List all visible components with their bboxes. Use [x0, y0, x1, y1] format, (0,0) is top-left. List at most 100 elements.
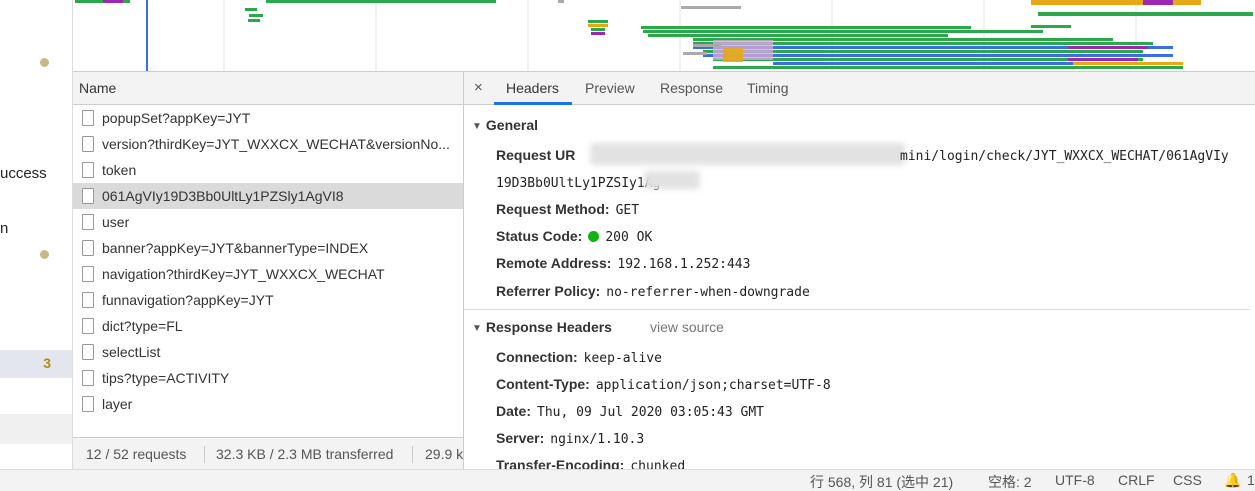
request-method-row: Request Method: GET — [496, 201, 640, 218]
left-pane-footer — [0, 414, 72, 444]
line-ending[interactable]: CRLF — [1118, 472, 1155, 488]
network-summary-bar: 12 / 52 requests 32.3 KB / 2.3 MB transf… — [73, 437, 464, 469]
request-row[interactable]: dict?type=FL — [73, 313, 463, 339]
response-headers-toggle[interactable]: ▼ Response Headers — [472, 319, 612, 335]
headers-panel: ▼ General Request UR mini/login/check/JYT… — [464, 105, 1255, 469]
response-header-row: Server: nginx/1.10.3 — [496, 430, 644, 447]
request-name: token — [102, 162, 137, 178]
detail-tab-bar: × Headers Preview Response Timing — [464, 72, 1255, 105]
header-key: Connection: — [496, 349, 578, 365]
request-row[interactable]: popupSet?appKey=JYT — [73, 105, 463, 131]
header-value: keep-alive — [583, 351, 662, 366]
notification-count: 1 — [1247, 472, 1255, 488]
redacted-region — [644, 171, 700, 189]
count-badge: 3 — [43, 355, 51, 371]
encoding[interactable]: UTF-8 — [1055, 472, 1095, 488]
request-name: version?thirdKey=JYT_WXXCX_WECHAT&versio… — [102, 136, 450, 152]
request-row[interactable]: tips?type=ACTIVITY — [73, 365, 463, 391]
request-url-label: Request UR — [496, 147, 576, 163]
request-name: selectList — [102, 344, 161, 360]
request-name: dict?type=FL — [102, 318, 183, 334]
status-code-row: Status Code: 200 OK — [496, 228, 653, 245]
header-key: Server: — [496, 430, 545, 446]
response-header-row: Transfer-Encoding: chunked — [496, 457, 685, 469]
request-url-row: Request UR — [496, 147, 575, 163]
request-row[interactable]: navigation?thirdKey=JYT_WXXCX_WECHAT — [73, 261, 463, 287]
editor-left-pane: uccess n 3 — [0, 0, 73, 469]
file-icon — [82, 240, 94, 256]
close-icon[interactable]: × — [474, 79, 483, 96]
breakpoint-dot[interactable] — [40, 58, 49, 67]
general-title: General — [485, 117, 539, 133]
header-value: chunked — [630, 459, 686, 469]
file-icon — [82, 188, 94, 204]
request-row[interactable]: layer — [73, 391, 463, 417]
request-row[interactable]: version?thirdKey=JYT_WXXCX_WECHAT&versio… — [73, 131, 463, 157]
language-mode[interactable]: CSS — [1173, 472, 1202, 488]
header-key: Date: — [496, 403, 532, 419]
separator — [204, 446, 205, 463]
request-name: user — [102, 214, 130, 230]
file-icon — [82, 292, 94, 308]
file-icon — [82, 318, 94, 334]
request-row[interactable]: funnavigation?appKey=JYT — [73, 287, 463, 313]
redacted-region — [590, 143, 905, 165]
resources-size: 29.9 k — [425, 446, 464, 462]
triangle-down-icon: ▼ — [472, 121, 482, 132]
tab-timing[interactable]: Timing — [747, 80, 789, 96]
file-icon — [82, 136, 94, 152]
tab-preview[interactable]: Preview — [585, 80, 635, 96]
request-name: popupSet?appKey=JYT — [102, 110, 251, 126]
request-name: layer — [102, 396, 133, 412]
file-icon — [82, 396, 94, 412]
request-list[interactable]: popupSet?appKey=JYT version?thirdKey=JYT_… — [73, 105, 464, 437]
request-name: funnavigation?appKey=JYT — [102, 292, 274, 308]
file-icon — [82, 214, 94, 230]
section-divider — [464, 309, 1255, 310]
request-row[interactable]: user — [73, 209, 463, 235]
file-icon — [82, 110, 94, 126]
breakpoint-dot[interactable] — [40, 250, 49, 259]
referrer-policy-row: Referrer Policy: no-referrer-when-downgra… — [496, 283, 810, 300]
devtools-window: uccess n 3 Name popupSet?appKey=JYT vers… — [0, 0, 1255, 491]
response-header-row: Content-Type: application/json;charset=UT… — [496, 376, 831, 393]
header-key: Transfer-Encoding: — [496, 457, 625, 469]
response-header-row: Date: Thu, 09 Jul 2020 03:05:43 GMT — [496, 403, 764, 420]
editor-status-bar: 行 568, 列 81 (选中 21) 空格: 2 UTF-8 CRLF CSS… — [0, 469, 1255, 491]
cursor-position[interactable]: 行 568, 列 81 (选中 21) — [810, 472, 953, 491]
network-overview[interactable] — [73, 0, 1255, 72]
tab-response[interactable]: Response — [660, 80, 723, 96]
file-icon — [82, 344, 94, 360]
request-row[interactable]: banner?appKey=JYT&bannerType=INDEX — [73, 235, 463, 261]
left-text-fragment: uccess — [0, 165, 47, 182]
request-url-value[interactable]: mini/login/check/JYT_WXXCX_WECHAT/061AgV… — [900, 147, 1229, 164]
header-value: nginx/1.10.3 — [550, 432, 645, 447]
request-count: 12 / 52 requests — [86, 446, 187, 462]
separator — [412, 446, 413, 463]
file-icon — [82, 266, 94, 282]
tab-headers[interactable]: Headers — [506, 80, 559, 96]
header-key: Content-Type: — [496, 376, 590, 392]
general-section-toggle[interactable]: ▼ General — [472, 117, 538, 133]
indentation[interactable]: 空格: 2 — [988, 472, 1032, 491]
request-row[interactable]: token — [73, 157, 463, 183]
bell-icon[interactable]: 🔔 — [1224, 472, 1241, 489]
name-column-header[interactable]: Name — [73, 72, 464, 105]
request-url-continued[interactable]: 19D3Bb0UltLy1PZSIy1Ag — [496, 174, 660, 191]
status-ok-icon — [588, 231, 600, 242]
request-name: 061AgVIy19D3Bb0UltLy1PZSly1AgVI8 — [102, 188, 344, 204]
waterfall-overview-graph — [75, 0, 1253, 71]
header-value: Thu, 09 Jul 2020 03:05:43 GMT — [537, 405, 764, 420]
view-source-link[interactable]: view source — [650, 319, 724, 335]
left-text-fragment: n — [0, 220, 9, 237]
request-row[interactable]: 061AgVIy19D3Bb0UltLy1PZSly1AgVI8 — [73, 183, 463, 209]
scrollbar[interactable] — [1250, 105, 1255, 469]
request-name: tips?type=ACTIVITY — [102, 370, 230, 386]
request-name: navigation?thirdKey=JYT_WXXCX_WECHAT — [102, 266, 385, 282]
response-header-row: Connection: keep-alive — [496, 349, 662, 366]
request-name: banner?appKey=JYT&bannerType=INDEX — [102, 240, 369, 256]
line-highlight: 3 — [0, 350, 72, 378]
header-value: application/json;charset=UTF-8 — [595, 378, 831, 393]
request-row[interactable]: selectList — [73, 339, 463, 365]
triangle-down-icon: ▼ — [472, 323, 482, 334]
